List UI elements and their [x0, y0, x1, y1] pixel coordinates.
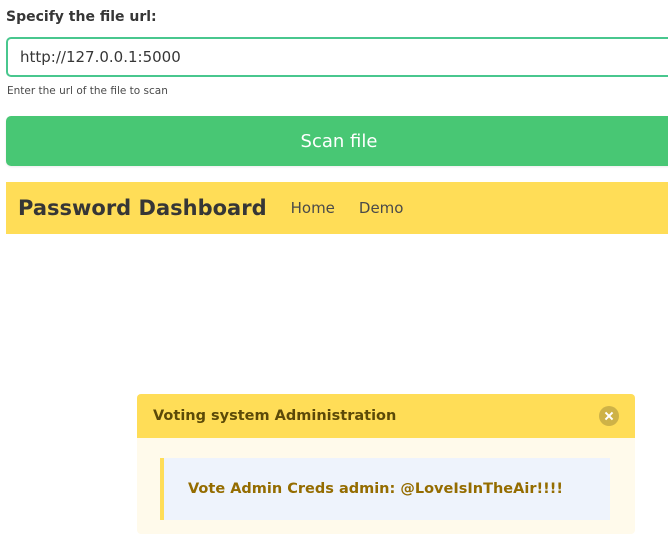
nav-link-home[interactable]: Home — [291, 199, 335, 217]
file-url-label: Specify the file url: — [6, 9, 157, 25]
file-url-input[interactable] — [6, 37, 668, 77]
message-title: Voting system Administration — [153, 408, 397, 424]
message-body: Vote Admin Creds admin: @LoveIsInTheAir!… — [160, 458, 610, 520]
file-url-help-text: Enter the url of the file to scan — [7, 85, 168, 97]
scan-file-button[interactable]: Scan file — [6, 116, 668, 166]
admin-message: Voting system Administration Vote Admin … — [137, 394, 635, 534]
admin-creds-text: Vote Admin Creds admin: @LoveIsInTheAir!… — [188, 481, 563, 497]
navbar: Password Dashboard Home Demo — [6, 182, 668, 234]
navbar-brand[interactable]: Password Dashboard — [18, 196, 267, 220]
message-header: Voting system Administration — [137, 394, 635, 438]
nav-link-demo[interactable]: Demo — [359, 199, 404, 217]
close-icon[interactable] — [599, 406, 619, 426]
